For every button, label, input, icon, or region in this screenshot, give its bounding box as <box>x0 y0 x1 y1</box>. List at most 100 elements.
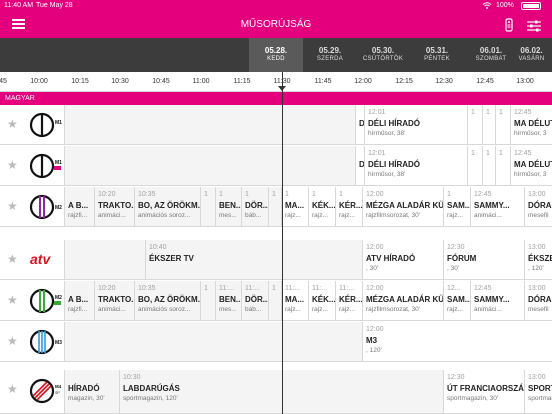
date-tab[interactable]: 05.28. KEDD <box>249 38 303 72</box>
date-tab[interactable]: 05.31. PÉNTEK <box>410 38 464 72</box>
program-cell[interactable]: 12:30 ÚT FRANCIAORSZÁ... sportmagazin, 30' <box>444 370 525 413</box>
program-cell[interactable]: 13:00 DÓRA, mesefil <box>525 281 552 320</box>
favorite-star-icon[interactable]: ★ <box>7 294 18 306</box>
program-cell[interactable]: 11:... BEN... mes... <box>216 281 242 320</box>
channel-row: 12:00 M3, 120' ★ M3 <box>0 322 552 362</box>
program-cell[interactable]: 1 MA... rajz... <box>282 187 309 226</box>
date-tab[interactable]: 05.29. SZERDA <box>303 38 357 72</box>
channel-logo-m4-sport: M4 SP <box>28 376 62 411</box>
program-cell[interactable]: 10:35 BO, AZ ÖRÖKM... animációs soroz... <box>135 281 201 320</box>
program-cell[interactable]: 12... SAM... rajz... <box>444 281 471 320</box>
status-date: Tue May 28 <box>36 2 73 9</box>
date-tab[interactable]: 06.02. VASÁRN <box>511 38 552 72</box>
date-tab[interactable]: 05.30. CSÜTÖRTÖK <box>356 38 410 72</box>
program-cell[interactable]: D <box>356 105 365 144</box>
channel-logo-m2: M2 <box>28 193 62 226</box>
date-selector: 05.28. KEDD 05.29. SZERDA 05.30. CSÜTÖRTÖK … <box>0 38 552 72</box>
svg-text:M1: M1 <box>55 120 62 126</box>
program-cell[interactable]: 1 <box>496 105 511 144</box>
program-cell[interactable]: 1 BEN... mes... <box>216 187 242 226</box>
svg-text:M2: M2 <box>55 205 62 211</box>
channel-header: ★ M1 <box>0 146 65 185</box>
favorite-star-icon[interactable]: ★ <box>7 118 18 130</box>
channel-row: A B... rajzfi... 10:20 TRAKTO... animáci...… <box>0 281 552 321</box>
channel-logo-atv: atv <box>30 251 62 272</box>
program-cell[interactable]: A B... rajzfi... <box>65 187 95 226</box>
time-label: 10:00 <box>30 78 48 85</box>
program-cell[interactable]: 1 DÖR... báb... <box>242 187 269 226</box>
sliders-icon[interactable] <box>527 19 541 37</box>
time-label: 11:00 <box>192 78 210 85</box>
wifi-icon <box>482 1 492 12</box>
program-cell[interactable]: 12:01 DÉLI HÍRADÓ hírműsor, 38' <box>365 105 468 144</box>
program-cell[interactable]: 10:40 ÉKSZER TV <box>146 240 363 279</box>
svg-text:M3: M3 <box>55 340 62 346</box>
program-cell[interactable]: 12:45MA DÉLUTÁhírműsor, 3 <box>511 146 552 185</box>
status-time: 11:40 AM <box>4 2 34 9</box>
program-cell[interactable]: 12:00 MÉZGA ALADÁR KÜ... rajzfilmsorozat, … <box>363 187 444 226</box>
channel-row: 10:40 ÉKSZER TV 12:00 ATV HÍRADÓ, 30' 12:3… <box>0 240 552 280</box>
time-label: 10:45 <box>152 78 170 85</box>
program-cell[interactable]: 12:45 SAMMY... animáci... <box>471 281 525 320</box>
navigation-bar: MŰSORÚJSÁG <box>0 12 552 38</box>
svg-text:M1: M1 <box>55 160 62 166</box>
program-cell[interactable]: 10:20 TRAKTO... animáci... <box>95 281 135 320</box>
program-cell[interactable]: 12:00 M3, 120' <box>363 322 552 361</box>
program-cell[interactable]: 12:30 FÓRUM, 30' <box>444 240 525 279</box>
program-cell[interactable]: 1 <box>201 281 216 320</box>
time-label: 10:30 <box>111 78 129 85</box>
program-cell[interactable]: 1 <box>269 187 282 226</box>
program-cell[interactable] <box>65 146 356 185</box>
program-cell[interactable]: 1 <box>496 146 511 185</box>
program-cell[interactable]: 1 <box>483 105 496 144</box>
svg-text:M2: M2 <box>55 295 62 301</box>
program-cell[interactable]: D <box>356 146 365 185</box>
channel-logo-m1: M1 <box>28 111 62 144</box>
time-label: 12:00 <box>354 78 372 85</box>
program-cell[interactable]: 1 <box>483 146 496 185</box>
program-cell[interactable]: 1 <box>201 187 216 226</box>
program-cell[interactable]: 12:01 DÉLI HÍRADÓ hírműsor, 38' <box>365 146 468 185</box>
program-cell[interactable]: 1 <box>468 146 483 185</box>
program-cell[interactable] <box>65 105 356 144</box>
program-cell[interactable]: 1 <box>269 281 282 320</box>
program-cell[interactable]: 13:00ÉKSZER, 120' <box>525 240 552 279</box>
channel-logo-m3: M3 <box>28 328 62 361</box>
program-cell[interactable]: 12:45 SAMMY... animáci... <box>471 187 525 226</box>
channel-header: ★ M2 <box>0 281 65 320</box>
remote-icon[interactable] <box>505 18 513 37</box>
svg-text:SP: SP <box>55 391 60 395</box>
program-cell[interactable]: 1 SAM... rajz... <box>444 187 471 226</box>
favorite-star-icon[interactable]: ★ <box>7 200 18 212</box>
program-cell[interactable]: 10:20 TRAKTO... animáci... <box>95 187 135 226</box>
channel-logo-m1-hd: M1 <box>28 152 62 185</box>
program-cell[interactable] <box>65 322 363 361</box>
page-title: MŰSORÚJSÁG <box>240 19 312 30</box>
program-cell[interactable]: 11:... KÉR... rajz... <box>336 281 363 320</box>
program-cell[interactable]: 1 <box>468 105 483 144</box>
favorite-star-icon[interactable]: ★ <box>7 335 18 347</box>
program-cell[interactable]: 12:00 MÉZGA ALADÁR KÜ... rajzfilmsorozat, … <box>363 281 444 320</box>
program-cell[interactable]: 13:00 DÓRA, mesefil <box>525 187 552 226</box>
program-cell[interactable]: 12:45MA DÉLUTÁhírműsor, 3 <box>511 105 552 144</box>
favorite-star-icon[interactable]: ★ <box>7 159 18 171</box>
program-cell[interactable]: 10:35 BO, AZ ÖRÖKM... animációs soroz... <box>135 187 201 226</box>
program-cell[interactable]: 1 KÉK... rajz... <box>309 187 336 226</box>
channel-header: ★ M3 <box>0 322 65 361</box>
current-time-line <box>278 72 286 414</box>
program-cell[interactable]: HÍRADÓ magazin, 30' <box>65 370 120 413</box>
status-bar: 11:40 AM Tue May 28 100% <box>0 0 552 12</box>
channel-header: ★ atv <box>0 240 65 279</box>
program-cell[interactable]: 12:00 ATV HÍRADÓ, 30' <box>363 240 444 279</box>
program-cell[interactable]: 11:... MA... rajz... <box>282 281 309 320</box>
program-cell[interactable]: 13:00SPORTsportmag <box>525 370 552 413</box>
program-cell[interactable]: A B... rajzfi... <box>65 281 95 320</box>
program-cell[interactable]: 1 KÉR... rajz... <box>336 187 363 226</box>
time-label: 12:30 <box>435 78 453 85</box>
program-cell[interactable]: 11:... DÖR... báb... <box>242 281 269 320</box>
date-tab[interactable]: 06.01. SZOMBAT <box>464 38 518 72</box>
program-cell[interactable]: 11:... KÉK... rajz... <box>309 281 336 320</box>
favorite-star-icon[interactable]: ★ <box>7 383 18 395</box>
program-cell[interactable] <box>65 240 146 279</box>
favorite-star-icon[interactable]: ★ <box>7 253 18 265</box>
